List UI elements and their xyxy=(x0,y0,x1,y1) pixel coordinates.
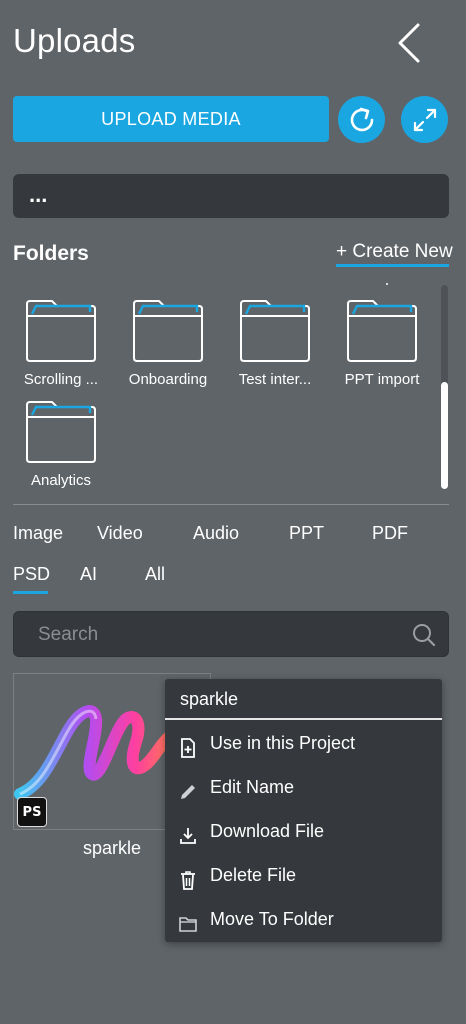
tab-ppt[interactable]: PPT xyxy=(289,523,324,544)
tab-psd[interactable]: PSD xyxy=(13,564,50,585)
refresh-button[interactable] xyxy=(338,96,385,143)
expand-button[interactable] xyxy=(401,96,448,143)
folder-label: Test inter... xyxy=(238,371,312,388)
page-title: Uploads xyxy=(13,22,136,59)
folder-item[interactable]: Onboarding xyxy=(118,298,218,388)
tab-ai[interactable]: AI xyxy=(80,564,97,585)
menu-item-move-to-folder[interactable]: Move To Folder xyxy=(165,906,442,946)
menu-item-download[interactable]: Download File xyxy=(165,818,442,858)
folder-icon xyxy=(347,300,417,362)
search-input[interactable] xyxy=(38,622,398,648)
search-box xyxy=(13,611,449,657)
download-icon xyxy=(180,828,196,844)
folder-icon xyxy=(133,300,203,362)
menu-item-edit-name[interactable]: Edit Name xyxy=(165,774,442,814)
folder-icon xyxy=(240,300,310,362)
menu-item-label: Edit Name xyxy=(210,777,295,797)
trash-icon xyxy=(181,871,195,890)
chevron-left-icon xyxy=(398,23,420,63)
create-new-folder-link[interactable]: + Create New xyxy=(336,241,453,263)
folders-heading: Folders xyxy=(13,242,89,265)
tab-all[interactable]: All xyxy=(145,564,165,585)
search-icon[interactable] xyxy=(412,623,436,652)
tab-video[interactable]: Video xyxy=(97,523,143,544)
folders-scrollbar-thumb[interactable] xyxy=(441,382,448,489)
tab-audio[interactable]: Audio xyxy=(193,523,239,544)
menu-item-label: Move To Folder xyxy=(210,909,334,929)
context-menu: sparkle Use in this Project Edit Name Do… xyxy=(165,679,442,942)
create-new-underline xyxy=(336,264,449,267)
folder-path-field[interactable]: ... xyxy=(13,174,449,218)
active-tab-indicator xyxy=(13,591,48,594)
tab-pdf[interactable]: PDF xyxy=(372,523,408,544)
folder-item[interactable]: Analytics xyxy=(11,399,111,489)
menu-item-use-in-project[interactable]: Use in this Project xyxy=(165,730,442,770)
folder-label: PPT import xyxy=(344,371,420,388)
section-divider xyxy=(13,504,449,505)
folder-item[interactable]: PPT import xyxy=(332,298,432,388)
folder-label: Onboarding xyxy=(128,371,208,388)
folder-item[interactable]: Scrolling ... xyxy=(11,298,111,388)
folder-icon xyxy=(26,300,96,362)
folder-item[interactable]: Test inter... xyxy=(225,298,325,388)
pencil-icon xyxy=(181,785,195,799)
folder-icon xyxy=(179,917,197,932)
folder-icon xyxy=(26,401,96,463)
refresh-icon xyxy=(350,107,373,131)
context-menu-divider xyxy=(165,718,442,720)
menu-item-label: Use in this Project xyxy=(210,733,356,753)
upload-media-button[interactable]: UPLOAD MEDIA xyxy=(13,96,329,142)
menu-item-label: Download File xyxy=(210,821,325,841)
folder-label: Analytics xyxy=(30,472,92,489)
add-file-icon xyxy=(181,738,195,758)
psd-badge-icon: PS xyxy=(17,797,47,827)
back-button[interactable] xyxy=(394,22,424,64)
menu-item-delete[interactable]: Delete File xyxy=(165,862,442,902)
context-menu-title: sparkle xyxy=(180,689,239,709)
menu-item-label: Delete File xyxy=(210,865,297,885)
dot-marker xyxy=(386,283,388,285)
expand-icon xyxy=(413,108,436,131)
tab-image[interactable]: Image xyxy=(13,523,63,544)
folder-label: Scrolling ... xyxy=(23,371,99,388)
